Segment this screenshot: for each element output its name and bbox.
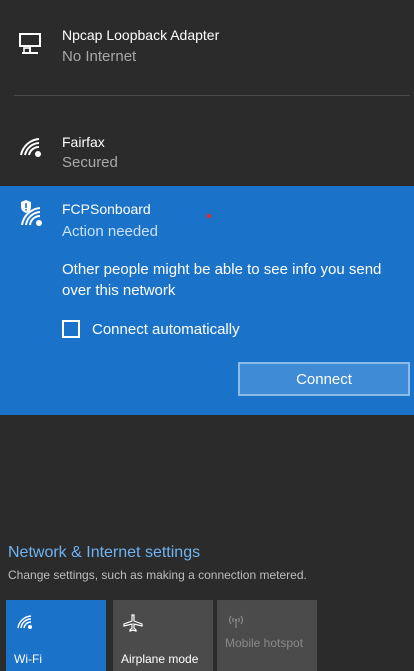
network-item-fcpsonboard[interactable]: FCPSonboard Action needed Other people m… [0, 186, 414, 415]
ethernet-icon [18, 30, 44, 63]
network-name: Npcap Loopback Adapter [62, 27, 220, 43]
network-settings-subtitle: Change settings, such as making a connec… [8, 568, 307, 582]
wifi-shield-icon [18, 198, 46, 233]
network-status: Action needed [62, 223, 158, 240]
hotspot-icon [227, 614, 245, 635]
warning-message: Other people might be able to see info y… [62, 261, 382, 299]
network-settings-link[interactable]: Network & Internet settings [8, 544, 408, 562]
network-settings: Network & Internet settings Change setti… [8, 544, 408, 582]
checkbox-box[interactable] [62, 320, 80, 338]
network-item-npcap[interactable]: Npcap Loopback Adapter No Internet [0, 0, 414, 95]
tile-label: Wi-Fi [14, 652, 42, 666]
airplane-icon [123, 614, 143, 637]
wifi-secured-icon [18, 136, 44, 163]
checkbox-label: Connect automatically [92, 320, 240, 338]
network-name: Fairfax [62, 134, 105, 150]
network-status: Secured [62, 154, 118, 171]
network-status: No Internet [62, 48, 137, 65]
tile-label: Mobile hotspot [225, 636, 304, 650]
red-dot-mark [207, 214, 211, 218]
tile-label: Airplane mode [121, 652, 199, 666]
network-item-fairfax[interactable]: Fairfax Secured [0, 96, 414, 186]
connect-automatically-checkbox[interactable]: Connect automatically [62, 317, 240, 341]
airplane-mode-tile[interactable]: Airplane mode [113, 600, 213, 671]
connect-button[interactable]: Connect [238, 362, 410, 396]
network-name: FCPSonboard [62, 201, 151, 217]
wifi-tile[interactable]: Wi-Fi [6, 600, 106, 671]
mobile-hotspot-tile: Mobile hotspot [217, 600, 317, 671]
wifi-icon [16, 614, 34, 635]
